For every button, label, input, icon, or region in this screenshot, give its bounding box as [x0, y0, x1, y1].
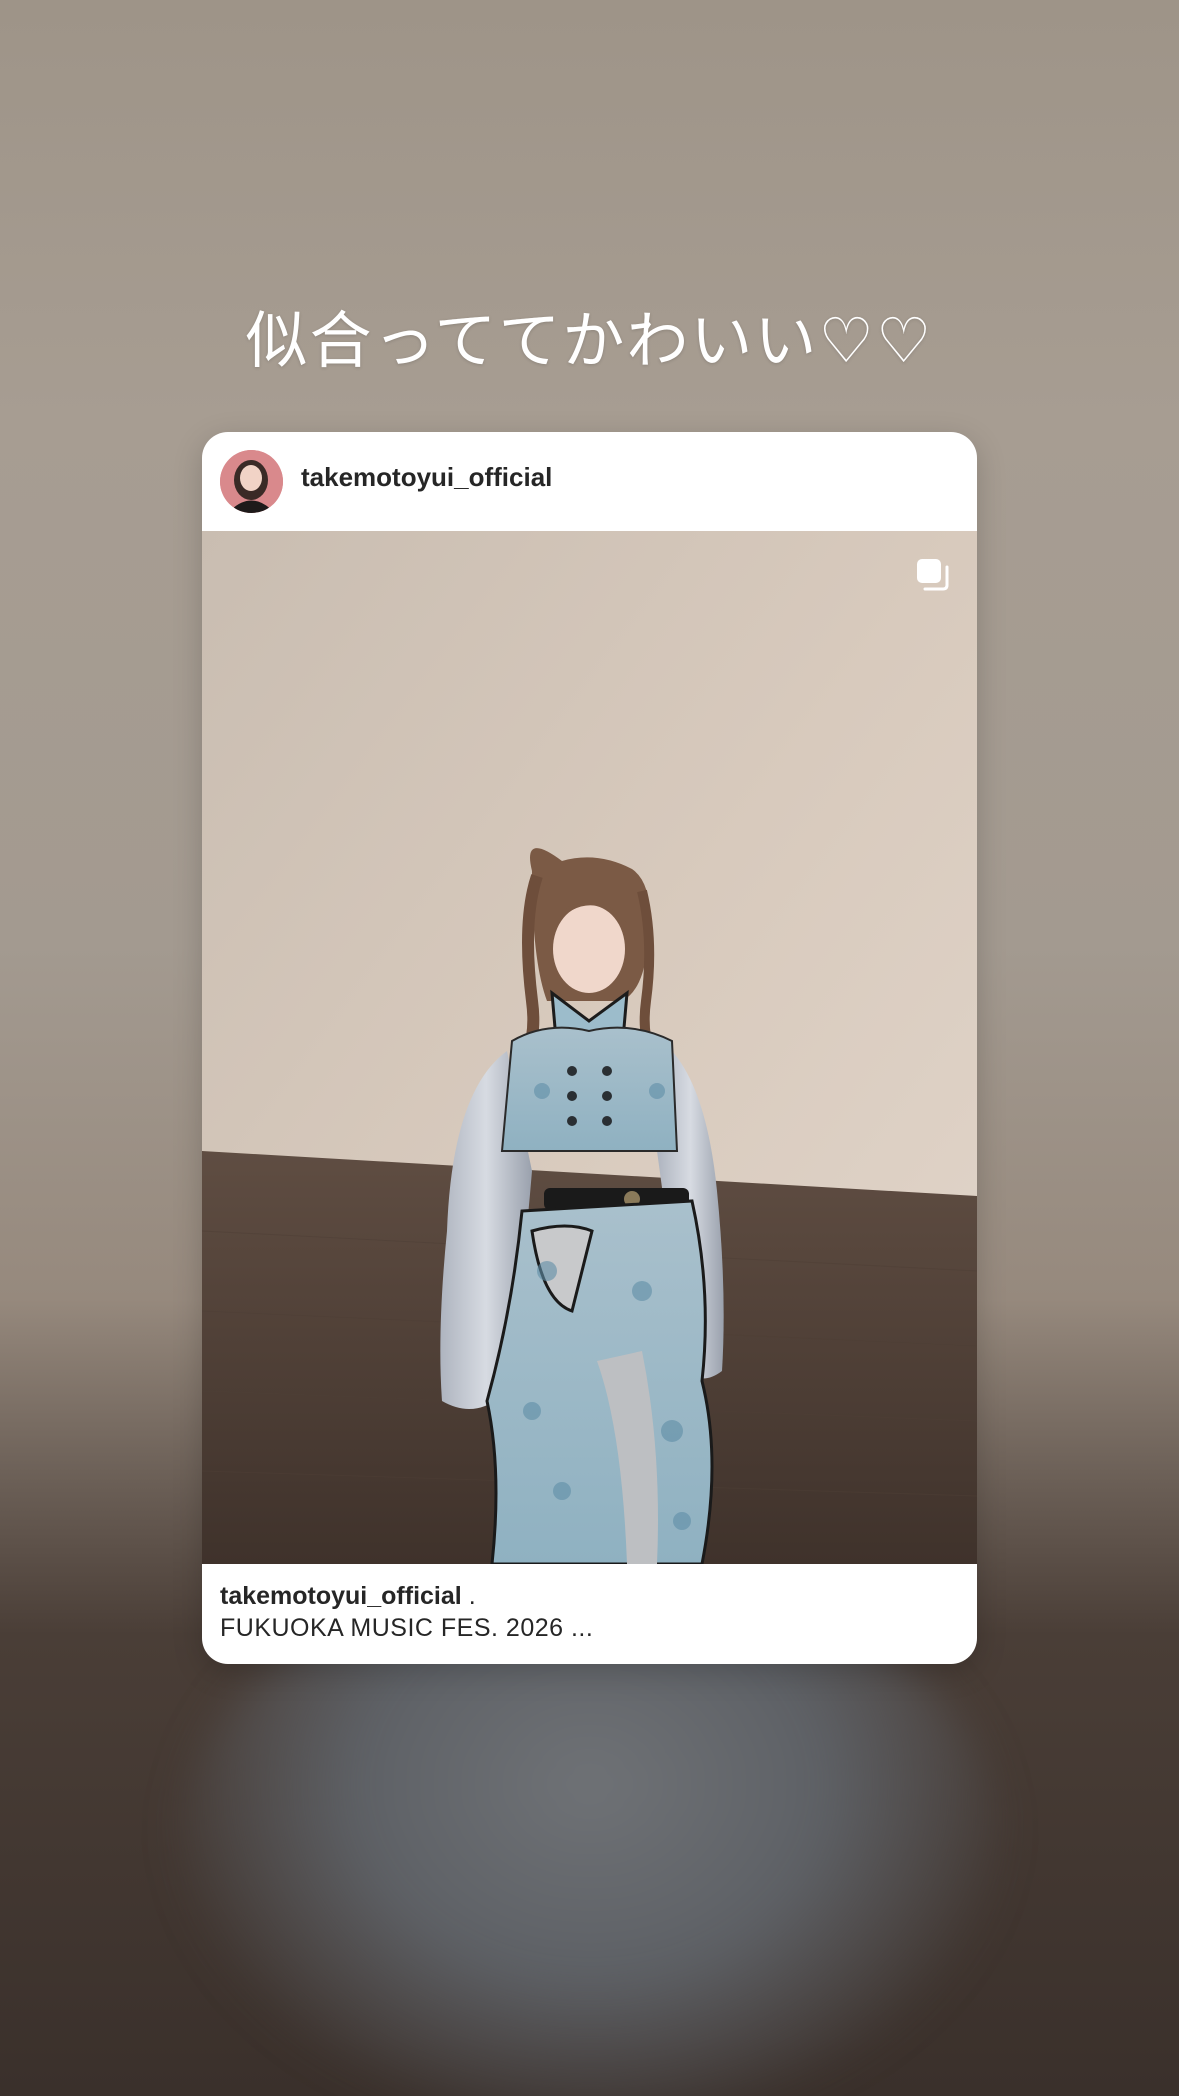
story-caption: 似合っててかわいい♡♡ [245, 304, 934, 377]
post-username[interactable]: takemotoyui_official [301, 462, 552, 493]
footer-separator: . [468, 1582, 476, 1610]
footer-username[interactable]: takemotoyui_official [220, 1582, 462, 1610]
post-image [202, 531, 977, 1564]
shared-post-card[interactable]: takemotoyui_official takemotoyui_officia… [202, 432, 977, 1664]
post-header[interactable]: takemotoyui_official [202, 432, 977, 531]
footer-caption-text: FUKUOKA MUSIC FES. 2026 ... [220, 1614, 594, 1642]
post-photo[interactable] [202, 531, 977, 1564]
footer-caption-line: takemotoyui_official . [220, 1582, 476, 1611]
avatar-image [220, 450, 283, 513]
carousel-icon [917, 559, 949, 591]
story-screen: 似合っててかわいい♡♡ takemotoyui_official takemot… [0, 0, 1179, 2096]
avatar[interactable] [220, 450, 283, 513]
post-footer[interactable]: takemotoyui_official . FUKUOKA MUSIC FES… [202, 1564, 977, 1664]
